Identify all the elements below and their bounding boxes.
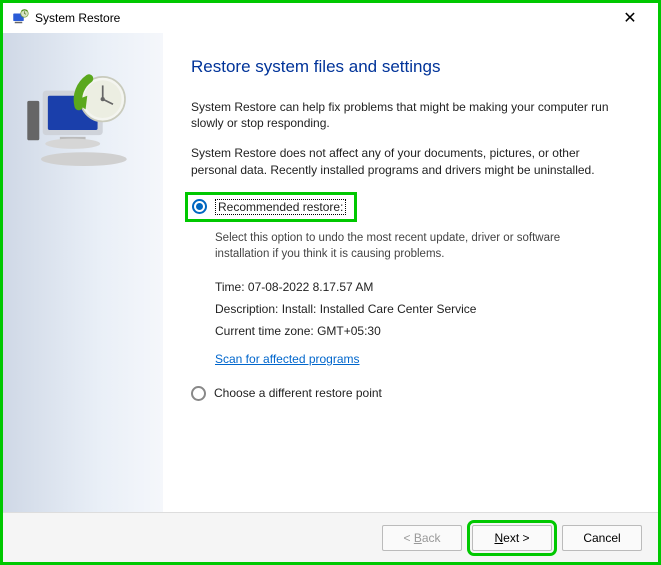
- restore-time: Time: 07-08-2022 8.17.57 AM: [215, 280, 612, 294]
- scan-affected-link[interactable]: Scan for affected programs: [215, 352, 360, 366]
- next-button[interactable]: Next >: [472, 525, 552, 551]
- option-different[interactable]: Choose a different restore point: [191, 386, 612, 401]
- restore-options: Recommended restore: Select this option …: [191, 192, 612, 401]
- intro-text-1: System Restore can help fix problems tha…: [191, 99, 612, 131]
- restore-timezone: Current time zone: GMT+05:30: [215, 324, 612, 338]
- left-pane: [3, 33, 163, 512]
- page-title: Restore system files and settings: [191, 57, 612, 77]
- restore-description: Description: Install: Installed Care Cen…: [215, 302, 612, 316]
- body-area: Restore system files and settings System…: [3, 33, 658, 512]
- cancel-button[interactable]: Cancel: [562, 525, 642, 551]
- intro-text-2: System Restore does not affect any of yo…: [191, 145, 612, 177]
- main-pane: Restore system files and settings System…: [163, 33, 658, 512]
- radio-recommended[interactable]: [192, 199, 207, 214]
- footer: < Back Next > Cancel: [3, 512, 658, 562]
- option-recommended[interactable]: Recommended restore:: [191, 192, 612, 222]
- titlebar: System Restore ✕: [3, 3, 658, 33]
- window-title: System Restore: [35, 11, 610, 25]
- option-different-label: Choose a different restore point: [214, 386, 382, 400]
- system-restore-icon: [17, 162, 137, 176]
- close-icon[interactable]: ✕: [610, 8, 650, 28]
- option-recommended-detail: Select this option to undo the most rece…: [215, 230, 612, 262]
- app-icon: [11, 9, 29, 27]
- radio-different[interactable]: [191, 386, 206, 401]
- back-button: < Back: [382, 525, 462, 551]
- restore-info: Time: 07-08-2022 8.17.57 AM Description:…: [215, 280, 612, 366]
- option-recommended-label: Recommended restore:: [215, 199, 346, 215]
